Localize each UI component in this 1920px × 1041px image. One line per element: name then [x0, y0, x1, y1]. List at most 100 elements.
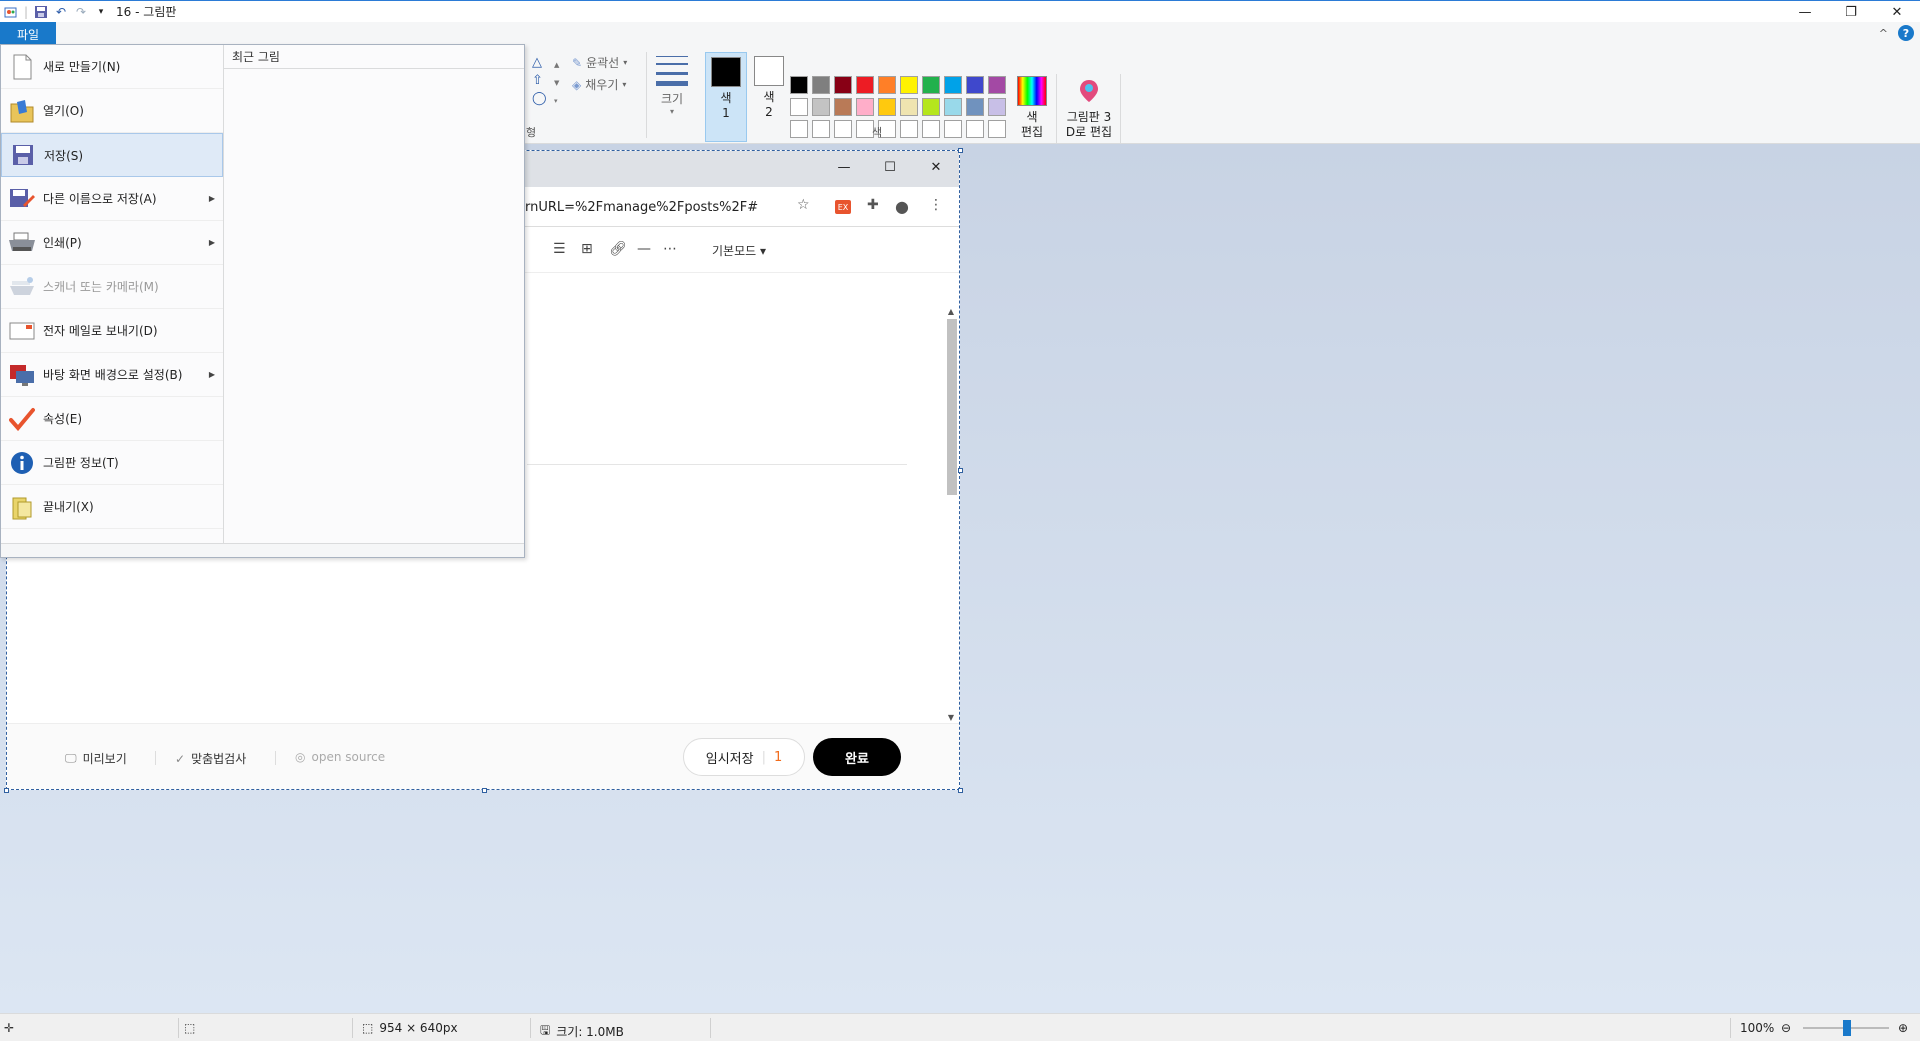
menu-item-scanner[interactable]: 스캐너 또는 카메라(M) — [1, 265, 223, 309]
palette-swatch[interactable] — [922, 98, 940, 116]
size-dropdown-icon: ▾ — [669, 107, 674, 116]
colors-group-caption: 색 — [872, 126, 883, 139]
menu-item-desktop-background[interactable]: 바탕 화면 배경으로 설정(B) ▶ — [1, 353, 223, 397]
menu-item-exit[interactable]: 끝내기(X) — [1, 485, 223, 529]
captured-editor-footer: 🖵︎ 미리보기 ✓ 맞춤법검사 ◎ open source 임시저장 | 1 완… — [7, 723, 959, 789]
size-lines-icon — [656, 56, 688, 86]
palette-swatch[interactable] — [834, 120, 852, 138]
palette-swatch[interactable] — [812, 120, 830, 138]
help-icon[interactable]: ? — [1898, 25, 1914, 41]
menu-item-label: 전자 메일로 보내기(D) — [43, 324, 158, 338]
color2-label-b: 2 — [765, 105, 773, 119]
palette-swatch[interactable] — [944, 76, 962, 94]
zoom-in-icon[interactable]: ⊕ — [1898, 1021, 1908, 1035]
redo-icon[interactable]: ↷ — [74, 5, 88, 19]
menu-item-email[interactable]: 전자 메일로 보내기(D) — [1, 309, 223, 353]
palette-swatch[interactable] — [834, 76, 852, 94]
resize-handle[interactable] — [958, 788, 963, 793]
palette-swatch[interactable] — [900, 76, 918, 94]
submenu-arrow-icon: ▶ — [208, 194, 215, 203]
quick-save-icon[interactable] — [34, 5, 48, 19]
restore-button[interactable]: ❐ — [1828, 1, 1874, 23]
palette-swatch[interactable] — [988, 98, 1006, 116]
captured-window-controls: — ☐ ✕ — [821, 151, 959, 183]
status-separator — [710, 1018, 711, 1038]
palette-swatch[interactable] — [922, 120, 940, 138]
zoom-out-icon[interactable]: ⊖ — [1781, 1021, 1791, 1035]
palette-swatch[interactable] — [944, 98, 962, 116]
resize-handle[interactable] — [4, 788, 9, 793]
resize-handle[interactable] — [958, 148, 963, 153]
menu-item-new-file[interactable]: 새로 만들기(N) — [1, 45, 223, 89]
editor-mode-label: 기본모드 ▾ — [712, 244, 767, 258]
edit-colors-button[interactable]: 색 편집 — [1012, 76, 1052, 140]
file-menu: 새로 만들기(N) 열기(O) 저장(S) 다른 이름으로 저장(A) ▶ 인쇄(P) ▶ 스… — [0, 44, 525, 558]
resize-handle[interactable] — [482, 788, 487, 793]
quick-access-toolbar: | ↶ ↷ ▾ — [0, 5, 108, 19]
palette-swatch[interactable] — [966, 98, 984, 116]
color2-label-a: 색 — [763, 90, 775, 104]
palette-swatch[interactable] — [966, 76, 984, 94]
paint3d-label-a: 그림판 3 — [1066, 110, 1112, 124]
shapes-more-icon[interactable]: ▾ — [554, 94, 568, 108]
submenu-arrow-icon: ▶ — [208, 238, 215, 247]
palette-swatch[interactable] — [878, 76, 896, 94]
callout-shape-icon[interactable]: ◯ — [532, 92, 547, 106]
palette-swatch[interactable] — [812, 98, 830, 116]
palette-swatch[interactable] — [900, 120, 918, 138]
shapes-scroll-down-icon[interactable]: ▼ — [554, 76, 568, 90]
palette-swatch[interactable] — [900, 98, 918, 116]
menu-item-label: 열기(O) — [43, 104, 84, 118]
palette-swatch[interactable] — [834, 98, 852, 116]
palette-swatch[interactable] — [966, 120, 984, 138]
edit-with-paint3d-button[interactable]: 그림판 3 D로 편집 — [1062, 76, 1116, 140]
open-source-item: ◎ open source — [295, 750, 385, 764]
disk-icon: 🖫︎ — [540, 1023, 551, 1037]
menu-item-checkmark[interactable]: 속성(E) — [1, 397, 223, 441]
zoom-slider-thumb[interactable] — [1843, 1020, 1851, 1036]
palette-swatch[interactable] — [878, 98, 896, 116]
palette-swatch[interactable] — [812, 76, 830, 94]
palette-swatch[interactable] — [856, 76, 874, 94]
info-icon — [1, 441, 43, 485]
file-menu-commands: 새로 만들기(N) 열기(O) 저장(S) 다른 이름으로 저장(A) ▶ 인쇄(P) ▶ 스… — [1, 45, 224, 557]
menu-item-open-folder[interactable]: 열기(O) — [1, 89, 223, 133]
menu-item-printer[interactable]: 인쇄(P) ▶ — [1, 221, 223, 265]
outline-button[interactable]: ✎ 윤곽선 ▾ — [572, 54, 627, 71]
horizontal-rule-icon: — — [637, 241, 651, 257]
collapse-ribbon-icon[interactable]: ^ — [1879, 27, 1888, 40]
ribbon-tabs: 파일 ^ ? — [0, 22, 1920, 46]
customize-qa-icon[interactable]: ▾ — [94, 5, 108, 19]
size-button[interactable]: 크기 ▾ — [652, 52, 692, 122]
undo-icon[interactable]: ↶ — [54, 5, 68, 19]
profile-avatar-icon: ● — [895, 197, 909, 216]
shapes-scroll-up-icon[interactable]: ▲ — [554, 58, 568, 72]
resize-handle[interactable] — [958, 468, 963, 473]
paint3d-label: 그림판 3 D로 편집 — [1066, 110, 1112, 140]
monitor-icon: 🖵︎ — [65, 751, 77, 765]
close-button[interactable]: ✕ — [1874, 1, 1920, 23]
color2-button[interactable]: 색 2 — [749, 52, 789, 142]
arrow-shape-icon[interactable]: ⇧ — [532, 74, 546, 88]
palette-swatch[interactable] — [856, 98, 874, 116]
scanner-icon — [1, 265, 43, 309]
palette-swatch[interactable] — [922, 76, 940, 94]
fill-button[interactable]: ◈ 채우기 ▾ — [572, 76, 626, 93]
done-button: 완료 — [813, 738, 901, 776]
palette-swatch[interactable] — [790, 76, 808, 94]
palette-swatch[interactable] — [790, 98, 808, 116]
color1-button[interactable]: 색 1 — [705, 52, 747, 142]
palette-swatch[interactable] — [790, 120, 808, 138]
triangle-shape-icon[interactable]: △ — [532, 56, 546, 70]
minimize-button[interactable]: — — [1782, 1, 1828, 23]
zoom-level: 100% — [1740, 1021, 1775, 1035]
menu-item-save[interactable]: 저장(S) — [1, 133, 223, 177]
preview-label: 미리보기 — [82, 752, 127, 766]
menu-item-info[interactable]: 그림판 정보(T) — [1, 441, 223, 485]
palette-swatch[interactable] — [988, 120, 1006, 138]
file-tab[interactable]: 파일 — [0, 22, 56, 46]
menu-item-save-as[interactable]: 다른 이름으로 저장(A) ▶ — [1, 177, 223, 221]
palette-swatch[interactable] — [988, 76, 1006, 94]
palette-swatch[interactable] — [944, 120, 962, 138]
open-folder-icon — [1, 89, 43, 133]
